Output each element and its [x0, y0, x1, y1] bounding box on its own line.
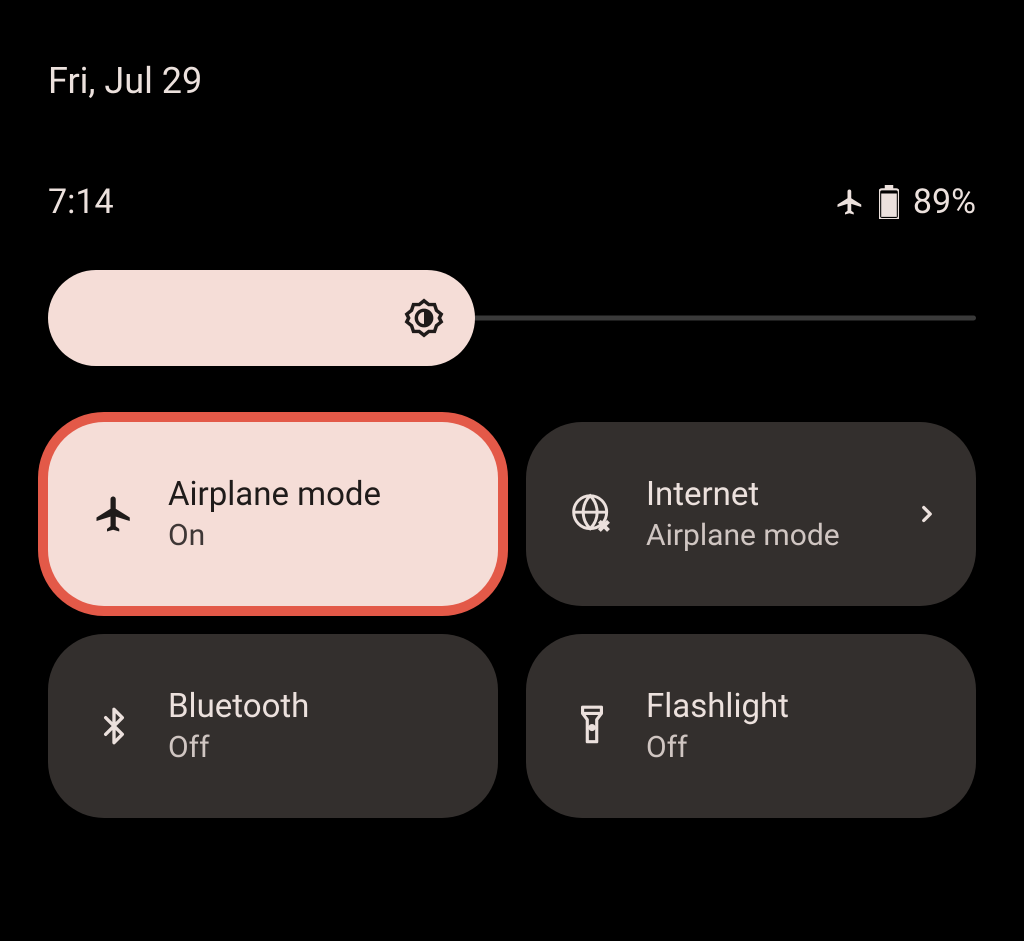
quick-settings-grid: Airplane mode On Internet Airplane mode	[0, 366, 1024, 818]
tile-bluetooth[interactable]: Bluetooth Off	[48, 634, 498, 818]
brightness-icon	[401, 295, 447, 341]
tile-subtitle: Off	[646, 730, 936, 765]
tile-subtitle: On	[168, 518, 458, 553]
tile-title: Bluetooth	[168, 687, 458, 726]
status-right: 89%	[835, 182, 976, 222]
status-time: 7:14	[48, 182, 114, 222]
airplane-icon	[835, 187, 865, 217]
bluetooth-icon	[88, 706, 140, 746]
tile-title: Flashlight	[646, 687, 936, 726]
brightness-slider[interactable]	[48, 270, 976, 366]
tile-title: Airplane mode	[168, 475, 458, 514]
tile-flashlight[interactable]: Flashlight Off	[526, 634, 976, 818]
tile-subtitle: Airplane mode	[646, 518, 936, 553]
tile-text: Internet Airplane mode	[646, 475, 936, 553]
tile-internet[interactable]: Internet Airplane mode	[526, 422, 976, 606]
status-bar: 7:14 89%	[0, 102, 1024, 222]
battery-percent: 89%	[913, 182, 976, 222]
tile-text: Flashlight Off	[646, 687, 936, 765]
tile-text: Bluetooth Off	[168, 687, 458, 765]
tile-airplane-mode[interactable]: Airplane mode On	[48, 422, 498, 606]
flashlight-icon	[566, 704, 618, 748]
chevron-right-icon	[914, 501, 940, 527]
battery-icon	[879, 185, 899, 219]
tile-subtitle: Off	[168, 730, 458, 765]
brightness-thumb[interactable]	[48, 270, 475, 366]
globe-icon	[566, 492, 618, 536]
airplane-icon	[88, 493, 140, 535]
tile-title: Internet	[646, 475, 936, 514]
date-label: Fri, Jul 29	[0, 0, 1024, 102]
tile-text: Airplane mode On	[168, 475, 458, 553]
